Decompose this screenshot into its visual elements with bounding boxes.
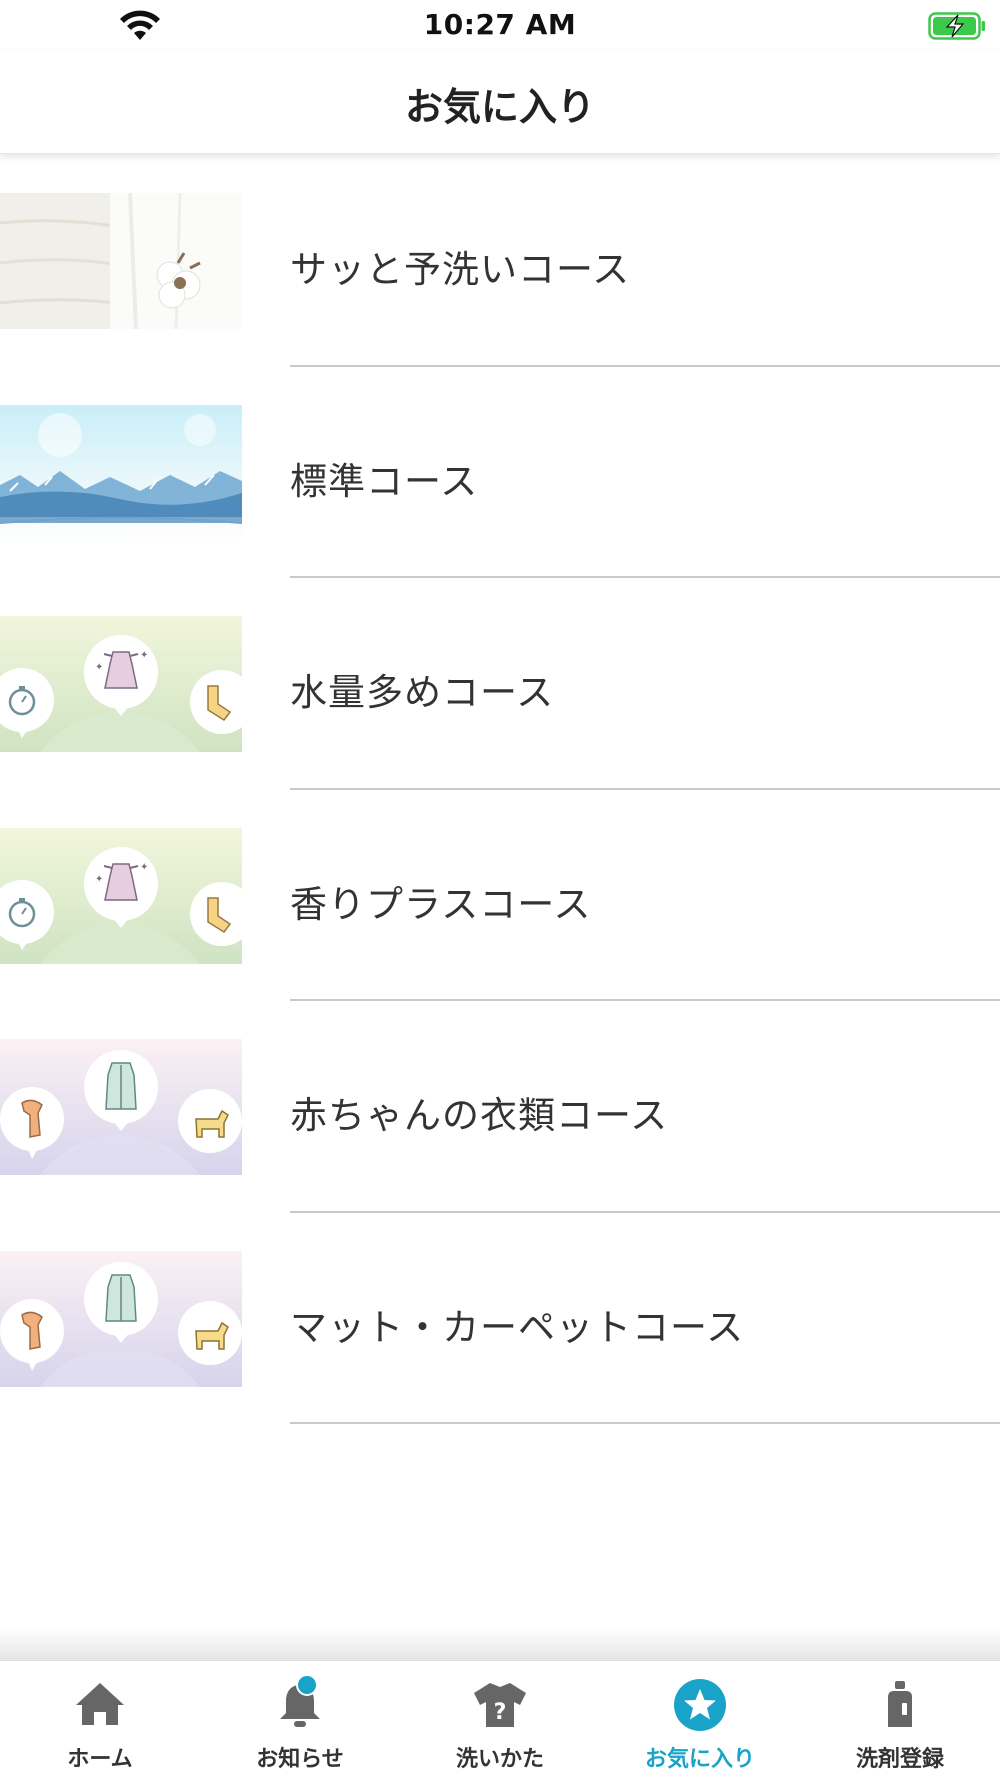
tab-detergent-registration[interactable]: 洗剤登録 <box>800 1661 1000 1778</box>
page-title: お気に入り <box>404 85 595 129</box>
divider <box>290 1422 1000 1424</box>
detergent-bottle-icon <box>888 1681 912 1727</box>
cotton-image <box>0 193 242 329</box>
course-thumbnail: ✦ ✦ <box>0 827 242 964</box>
tab-label: お気に入り <box>644 1747 755 1772</box>
water-splash-image <box>0 404 242 541</box>
tab-label: ホーム <box>67 1747 133 1772</box>
svg-text:✦: ✦ <box>95 874 103 885</box>
svg-text:✦: ✦ <box>140 650 148 661</box>
svg-text:✦: ✦ <box>140 862 148 873</box>
course-name: マット・カーペットコース <box>290 1305 745 1349</box>
tab-favorites[interactable]: お気に入り <box>600 1661 800 1778</box>
navigation-header: お気に入り <box>0 50 1000 154</box>
coat-bubbles-image <box>0 1250 242 1387</box>
coat-bubbles-image <box>0 1039 242 1175</box>
course-name: 標準コース <box>290 459 479 503</box>
course-thumbnail <box>0 193 242 329</box>
status-bar: 10:27 AM <box>0 0 1000 50</box>
dress-bubbles-image: ✦ ✦ <box>0 827 242 964</box>
course-name: 香りプラスコース <box>290 882 592 926</box>
course-thumbnail <box>0 404 242 541</box>
list-item[interactable]: マット・カーペットコース <box>0 1213 1000 1424</box>
course-thumbnail: ✦ ✦ <box>0 616 242 752</box>
list-item[interactable]: 標準コース <box>0 367 1000 578</box>
list-item[interactable]: サッと予洗いコース <box>0 155 1000 367</box>
list-item[interactable]: ✦ ✦ 香りプラスコース <box>0 790 1000 1001</box>
course-name: 水量多めコース <box>290 671 555 714</box>
tab-label: お知らせ <box>256 1747 344 1772</box>
list-item[interactable]: ✦ ✦ 水量多めコース <box>0 578 1000 790</box>
course-name: 赤ちゃんの衣類コース <box>290 1094 669 1137</box>
svg-text:✦: ✦ <box>95 662 103 673</box>
favorite-course-list: サッと予洗いコース 標準コース ✦ ✦ 水量多めコース ✦ ✦ 香りプラスコース… <box>0 155 1000 1424</box>
star-circle-icon <box>674 1679 726 1731</box>
course-thumbnail <box>0 1250 242 1387</box>
battery-charging-icon <box>928 12 985 40</box>
course-name: サッと予洗いコース <box>290 248 631 291</box>
tab-bar-shadow <box>0 1628 1000 1660</box>
tab-label: 洗剤登録 <box>855 1747 944 1772</box>
bell-icon <box>280 1675 320 1727</box>
tab-notifications[interactable]: お知らせ <box>200 1661 400 1778</box>
notification-badge <box>296 1675 318 1696</box>
tab-label: 洗いかた <box>455 1747 544 1772</box>
svg-text:?: ? <box>494 1700 507 1725</box>
home-icon <box>76 1683 124 1725</box>
status-time: 10:27 AM <box>423 8 577 41</box>
course-thumbnail <box>0 1039 242 1175</box>
dress-bubbles-image: ✦ ✦ <box>0 616 242 752</box>
tab-bar: ホーム お知らせ ? 洗いかた お気に入り 洗剤登録 <box>0 1660 1000 1778</box>
shirt-question-icon: ? <box>474 1683 526 1727</box>
list-item[interactable]: 赤ちゃんの衣類コース <box>0 1001 1000 1213</box>
tab-home[interactable]: ホーム <box>0 1661 200 1778</box>
tab-washing-guide[interactable]: ? 洗いかた <box>400 1661 600 1778</box>
